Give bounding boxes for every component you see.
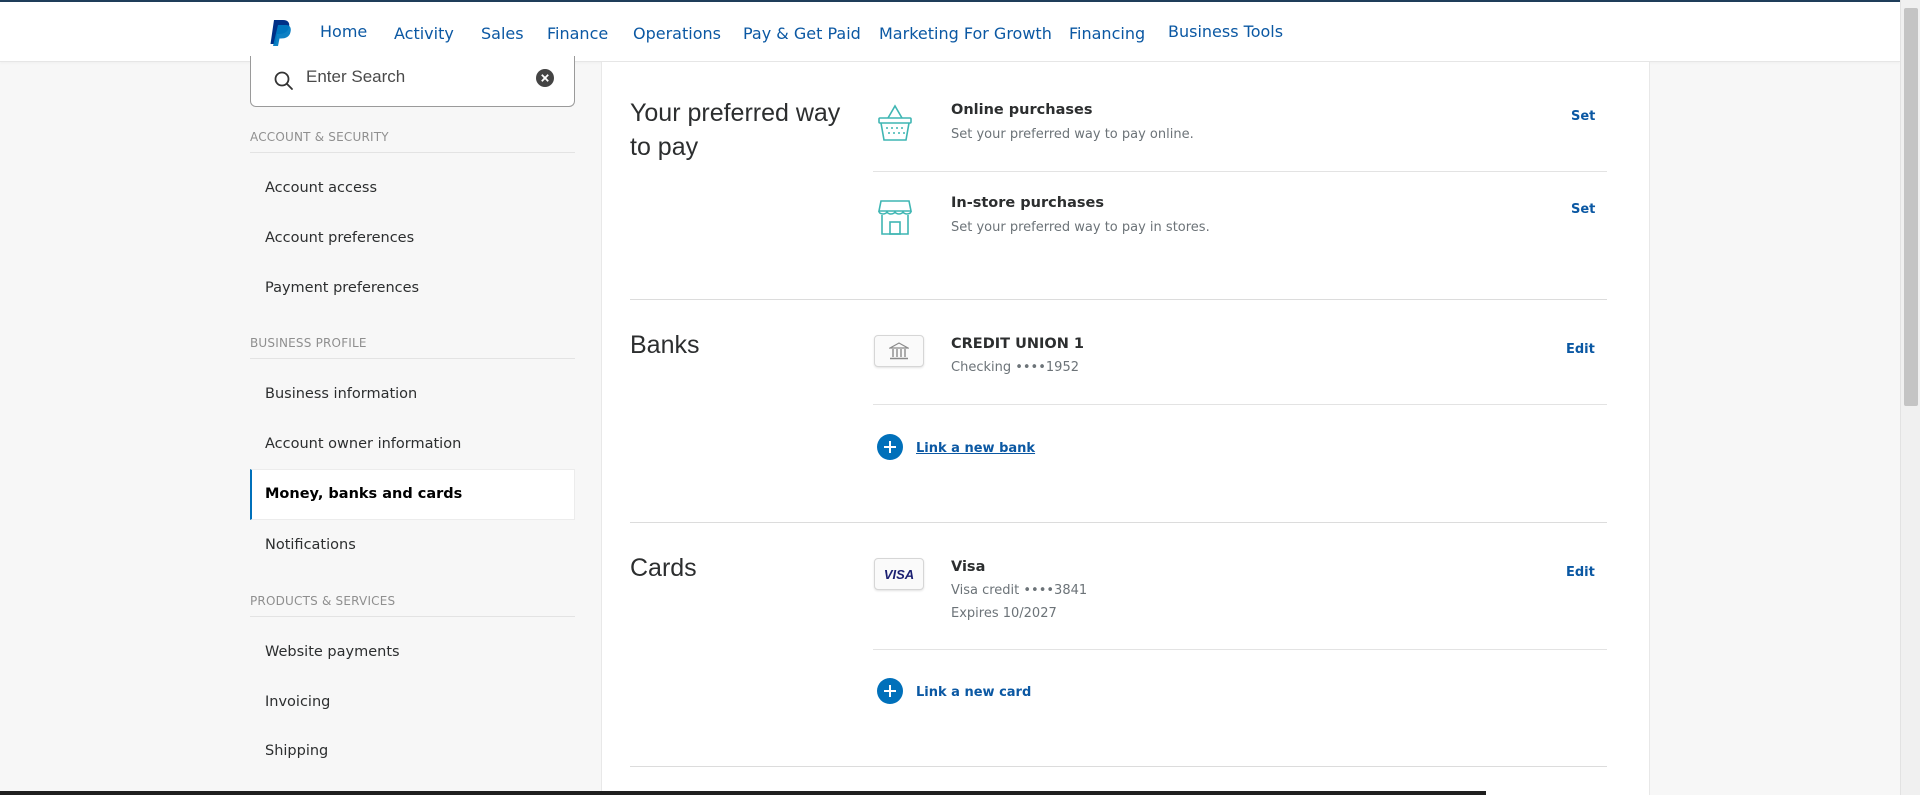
cards-heading: Cards [630, 554, 697, 582]
nav-finance[interactable]: Finance [547, 24, 608, 43]
nav-business-tools[interactable]: Business Tools [1168, 22, 1283, 41]
add-bank-icon[interactable] [877, 434, 903, 460]
section-divider [630, 766, 1607, 767]
nav-pay-and-get-paid[interactable]: Pay & Get Paid [743, 24, 861, 43]
sidebar-item-business-information[interactable]: Business information [250, 370, 575, 418]
link-new-bank[interactable]: Link a new bank [916, 441, 1035, 456]
section-business-profile: BUSINESS PROFILE [250, 336, 575, 359]
sidebar-item-invoicing[interactable]: Invoicing [250, 678, 575, 726]
nav-home[interactable]: Home [320, 22, 367, 41]
bank-account-detail: Checking ••••1952 [951, 360, 1079, 375]
visa-brand-mark: VISA [883, 566, 915, 582]
bank-icon [889, 342, 909, 360]
in-store-purchases-title: In-store purchases [951, 195, 1104, 211]
nav-operations[interactable]: Operations [633, 24, 721, 43]
search-input[interactable]: Enter Search [306, 67, 405, 87]
bank-logo [874, 335, 924, 367]
clear-search-icon[interactable] [535, 68, 555, 88]
sidebar-item-payment-preferences[interactable]: Payment preferences [250, 264, 575, 312]
nav-marketing-for-growth[interactable]: Marketing For Growth [879, 24, 1052, 43]
row-divider [873, 649, 1607, 650]
link-new-card[interactable]: Link a new card [916, 685, 1031, 700]
card-detail: Visa credit ••••3841 [951, 583, 1088, 598]
page-scrollbar[interactable] [1900, 0, 1920, 795]
sidebar-item-account-access[interactable]: Account access [250, 164, 575, 212]
set-in-store-button[interactable]: Set [1571, 202, 1595, 217]
nav-activity[interactable]: Activity [394, 24, 454, 43]
search-icon [274, 71, 293, 90]
bottom-edge-bar [0, 791, 1486, 795]
basket-icon [878, 104, 912, 141]
scrollbar-thumb[interactable] [1904, 8, 1918, 406]
section-products-services: PRODUCTS & SERVICES [250, 594, 575, 617]
bank-name: CREDIT UNION 1 [951, 336, 1084, 352]
sidebar-item-account-preferences[interactable]: Account preferences [250, 214, 575, 262]
add-card-icon[interactable] [877, 678, 903, 704]
sidebar-item-money-banks-cards[interactable]: Money, banks and cards [250, 469, 575, 520]
paypal-logo-icon[interactable] [268, 19, 292, 47]
storefront-icon [878, 200, 912, 235]
card-expiry: Expires 10/2027 [951, 606, 1057, 621]
online-purchases-subtitle: Set your preferred way to pay online. [951, 127, 1194, 142]
sidebar-item-website-payments[interactable]: Website payments [250, 628, 575, 676]
set-online-button[interactable]: Set [1571, 109, 1595, 124]
sidebar-item-account-owner-information[interactable]: Account owner information [250, 420, 575, 468]
top-navigation-bar: Home Activity Sales Finance Operations P… [0, 2, 1900, 62]
nav-sales[interactable]: Sales [481, 24, 524, 43]
section-account-security: ACCOUNT & SECURITY [250, 130, 575, 153]
edit-bank-button[interactable]: Edit [1566, 342, 1595, 357]
sidebar-item-shipping[interactable]: Shipping [250, 727, 575, 775]
preferred-pay-heading: Your preferred way to pay [630, 99, 841, 161]
banks-heading: Banks [630, 331, 700, 359]
card-name: Visa [951, 559, 986, 575]
row-divider [873, 404, 1607, 405]
section-divider [630, 522, 1607, 523]
row-divider [873, 171, 1607, 172]
edit-card-button[interactable]: Edit [1566, 565, 1595, 580]
in-store-purchases-subtitle: Set your preferred way to pay in stores. [951, 220, 1210, 235]
visa-card-logo: VISA [874, 558, 924, 590]
search-field[interactable]: Enter Search [250, 56, 575, 107]
online-purchases-title: Online purchases [951, 102, 1093, 118]
section-divider [630, 299, 1607, 300]
sidebar-item-notifications[interactable]: Notifications [250, 521, 575, 569]
nav-financing[interactable]: Financing [1069, 24, 1145, 43]
